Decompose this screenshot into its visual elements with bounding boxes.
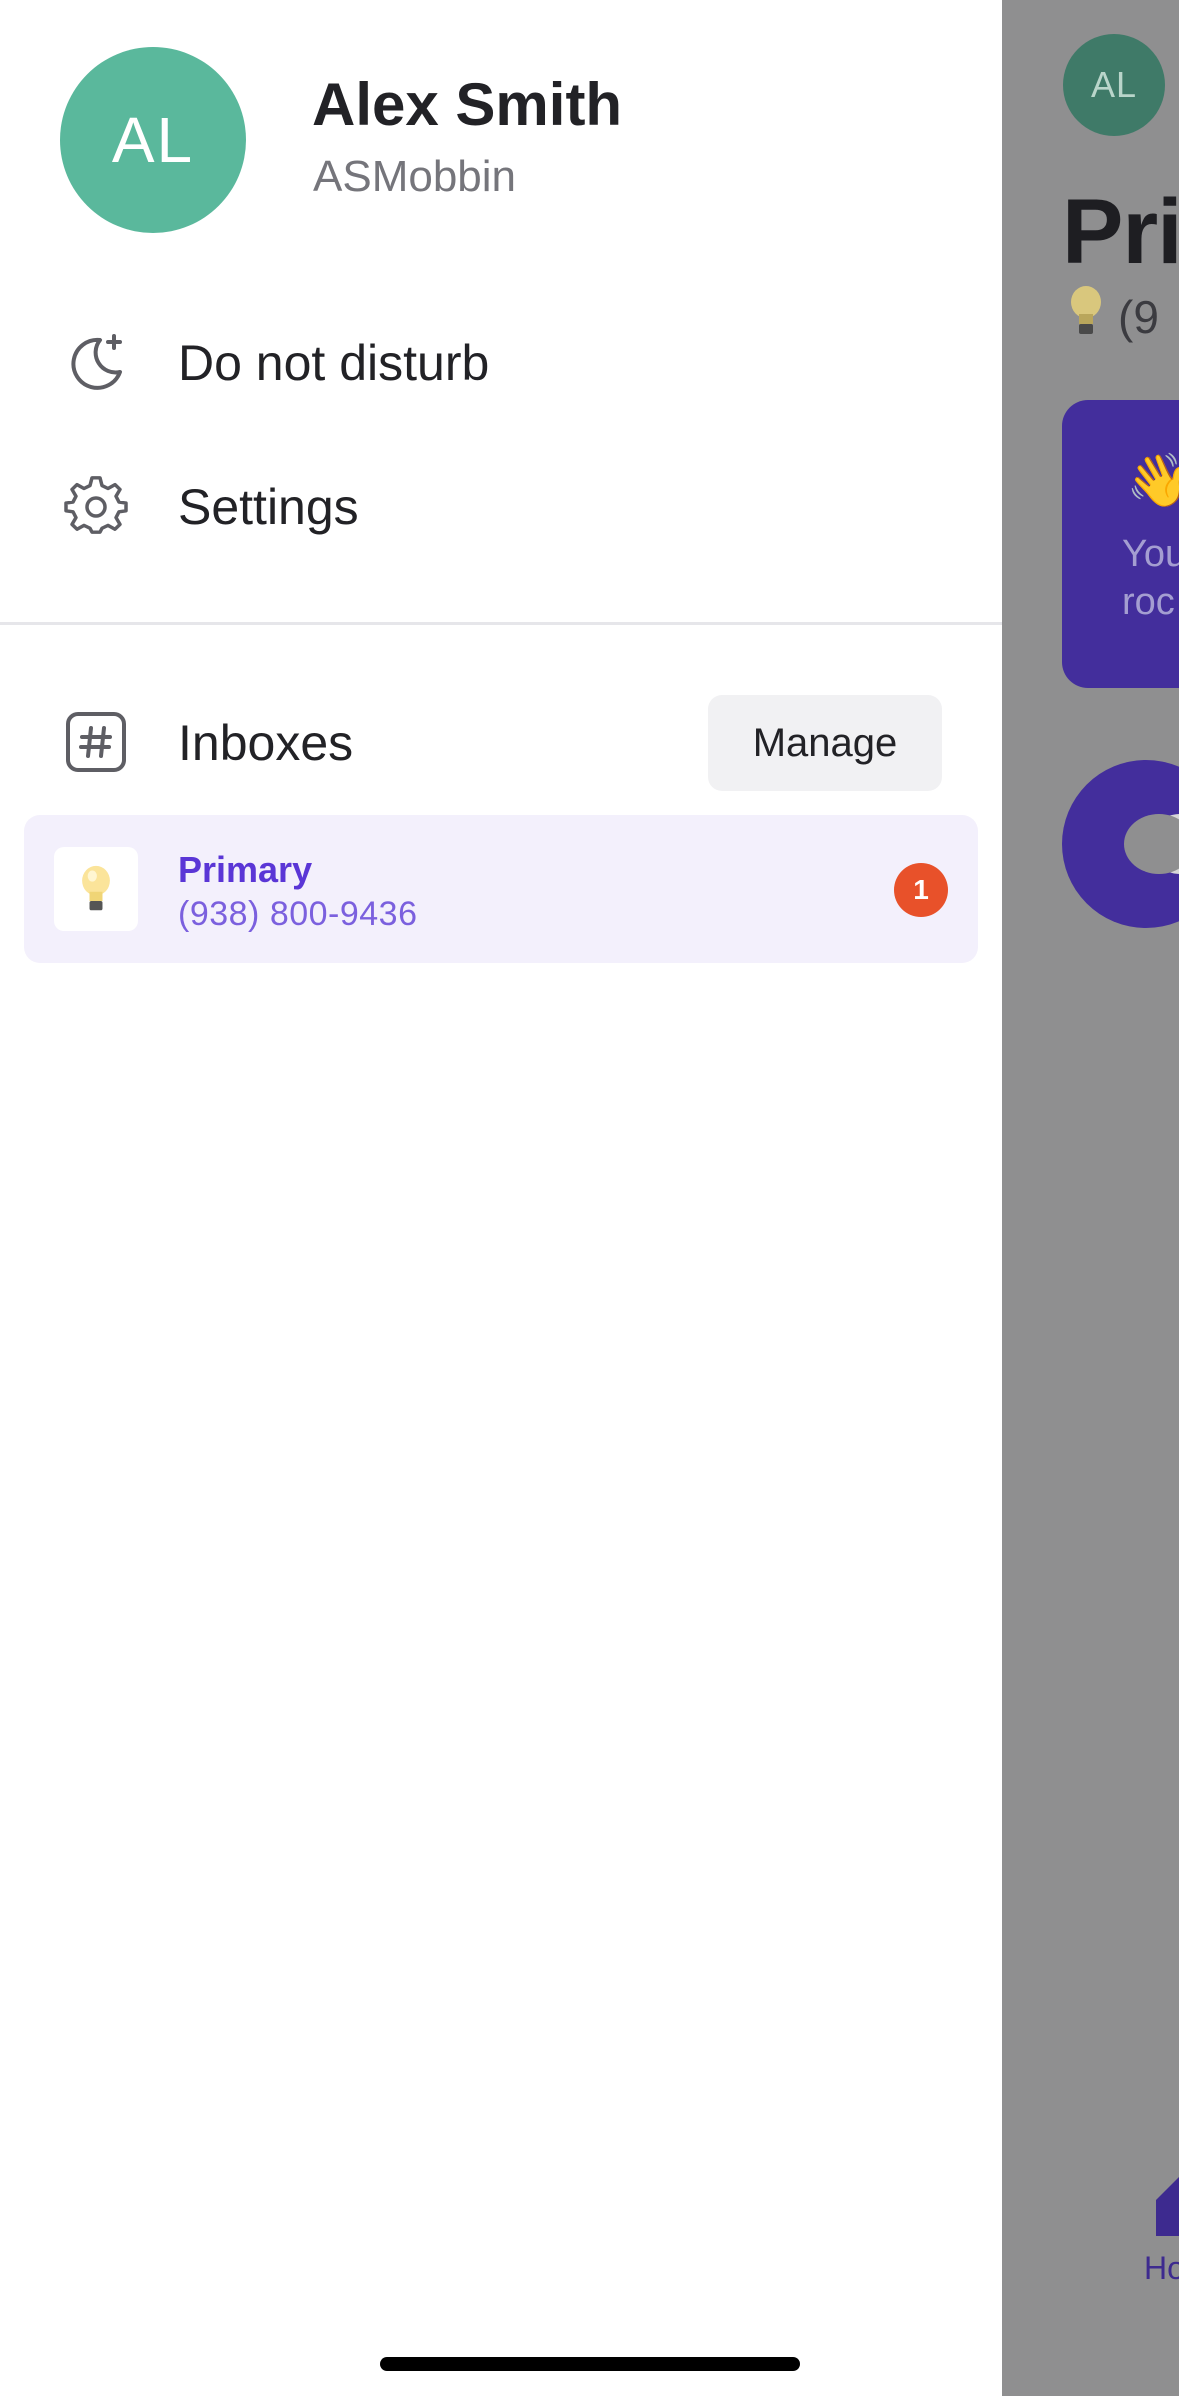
background-tab-label: Ho xyxy=(1144,2250,1179,2286)
lightbulb-icon xyxy=(82,865,110,911)
background-avatar: AL xyxy=(1063,34,1165,136)
gear-icon xyxy=(64,476,128,534)
background-screen-overlay[interactable]: AL Pri (9 👋 You roc Ho xyxy=(1002,0,1179,2396)
user-name: Alex Smith xyxy=(312,71,623,138)
manage-inboxes-button[interactable]: Manage xyxy=(708,695,942,791)
logo-mark-icon xyxy=(1124,814,1179,874)
settings-item[interactable]: Settings xyxy=(0,444,1002,564)
background-page-title: Pri xyxy=(1062,181,1179,283)
do-not-disturb-label: Do not disturb xyxy=(178,335,490,391)
background-subtitle: (9 xyxy=(1068,284,1159,349)
inbox-phone-number: (938) 800-9436 xyxy=(178,895,418,933)
lightbulb-icon xyxy=(1068,284,1104,349)
unread-count-badge: 1 xyxy=(894,863,948,917)
side-drawer: AL Alex Smith ASMobbin Do not disturb Se… xyxy=(0,0,1002,2396)
hash-icon xyxy=(66,712,126,772)
home-icon xyxy=(1156,2177,1179,2236)
inbox-emoji-container xyxy=(54,847,138,931)
moon-sparkle-icon xyxy=(71,334,122,390)
do-not-disturb-item[interactable]: Do not disturb xyxy=(0,300,1002,420)
settings-label: Settings xyxy=(178,479,359,535)
waving-hand-icon: 👋 xyxy=(1126,452,1179,510)
background-card-text: You roc xyxy=(1122,533,1179,623)
divider xyxy=(0,622,1002,625)
background-action-button xyxy=(1062,760,1179,928)
user-handle: ASMobbin xyxy=(313,152,517,201)
home-indicator[interactable] xyxy=(380,2357,800,2371)
background-welcome-card: 👋 You roc xyxy=(1062,400,1179,688)
inboxes-heading: Inboxes xyxy=(178,715,354,771)
inbox-name: Primary xyxy=(178,849,313,890)
avatar[interactable]: AL xyxy=(60,47,246,233)
inbox-item-primary[interactable]: Primary (938) 800-9436 1 xyxy=(24,815,978,963)
